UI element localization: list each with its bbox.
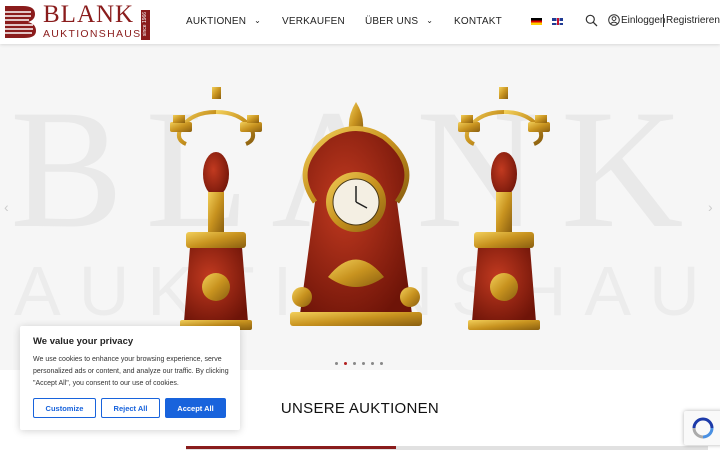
de-flag-icon[interactable] (531, 18, 542, 25)
user-circle-icon (608, 14, 620, 26)
logo-subline: AUKTIONSHAUS (43, 28, 142, 40)
cookie-reject-button[interactable]: Reject All (101, 398, 160, 418)
site-logo[interactable]: BLANK AUKTIONSHAUS since 1966 (3, 1, 150, 40)
right-candelabrum (458, 87, 550, 330)
hero-slider: BLANK AUKTIONSHAUS (0, 44, 720, 370)
slider-prev-arrow[interactable]: ‹ (4, 199, 9, 215)
nav-kontakt[interactable]: KONTAKT (454, 16, 502, 27)
recaptcha-icon (692, 417, 714, 439)
search-icon[interactable] (585, 14, 598, 27)
slider-next-arrow[interactable]: › (708, 199, 713, 215)
en-flag-icon[interactable] (552, 18, 563, 25)
cookie-accept-button[interactable]: Accept All (165, 398, 226, 418)
slider-dot[interactable] (371, 362, 374, 365)
left-candelabrum (170, 87, 262, 330)
chevron-down-icon: ⌄ (254, 16, 262, 25)
page: BLANK AUKTIONSHAUS since 1966 AUKTIONEN ⌄… (0, 0, 720, 450)
chevron-down-icon: ⌄ (426, 16, 434, 25)
nav-ueber-uns[interactable]: ÜBER UNS ⌄ (365, 16, 433, 27)
cookie-consent-banner: We value your privacy We use cookies to … (20, 326, 240, 430)
slider-dot[interactable] (353, 362, 356, 365)
slider-dot[interactable] (335, 362, 338, 365)
site-header: BLANK AUKTIONSHAUS since 1966 AUKTIONEN ⌄… (0, 0, 720, 44)
logo-mark-icon (5, 6, 36, 38)
logo-wordmark: BLANK (43, 1, 135, 28)
recaptcha-badge[interactable] (684, 411, 720, 445)
nav-auktionen[interactable]: AUKTIONEN ⌄ (186, 16, 261, 27)
auctions-tab-active[interactable] (186, 446, 396, 449)
cookie-text: We use cookies to enhance your browsing … (33, 356, 229, 387)
mantel-clock (290, 102, 422, 326)
clock-garniture-image (170, 87, 550, 330)
login-link[interactable]: Einloggen (621, 15, 665, 26)
slider-dot[interactable] (344, 362, 347, 365)
slider-dot[interactable] (362, 362, 365, 365)
divider (663, 14, 664, 27)
slider-dot[interactable] (380, 362, 383, 365)
nav-verkaufen[interactable]: VERKAUFEN (282, 16, 345, 27)
logo-badge: since 1966 (141, 10, 150, 40)
cookie-title: We value your privacy (33, 336, 134, 347)
cookie-customize-button[interactable]: Customize (33, 398, 96, 418)
register-link[interactable]: Registrieren (666, 15, 720, 26)
